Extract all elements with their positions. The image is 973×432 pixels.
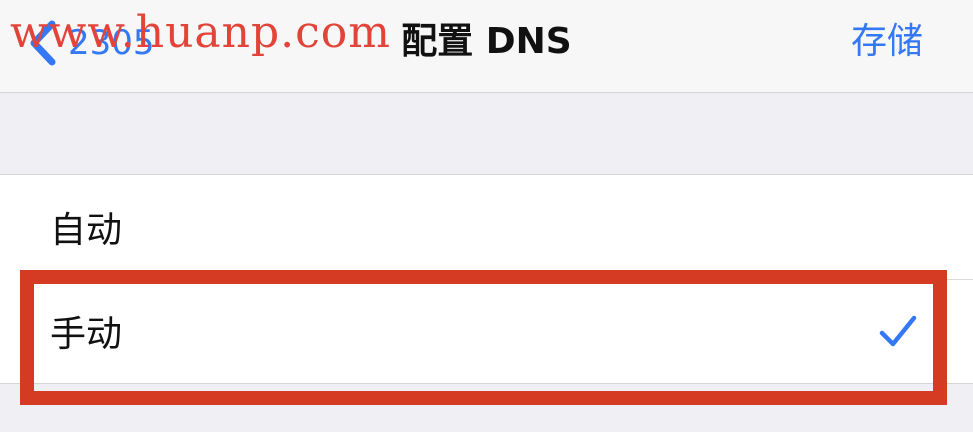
navigation-bar: 2305 配置 DNS 存储 [0,0,973,93]
dns-mode-list: 自动 手动 [0,175,973,383]
option-manual[interactable]: 手动 [0,279,973,383]
option-automatic-label: 自动 [50,210,123,251]
section-spacer [0,93,973,175]
checkmark-icon [879,315,917,347]
option-manual-label: 手动 [50,314,123,355]
save-button[interactable]: 存储 [851,20,923,64]
option-automatic[interactable]: 自动 [0,175,973,279]
page-title: 配置 DNS [401,21,572,62]
section-footer-spacer [0,383,973,432]
